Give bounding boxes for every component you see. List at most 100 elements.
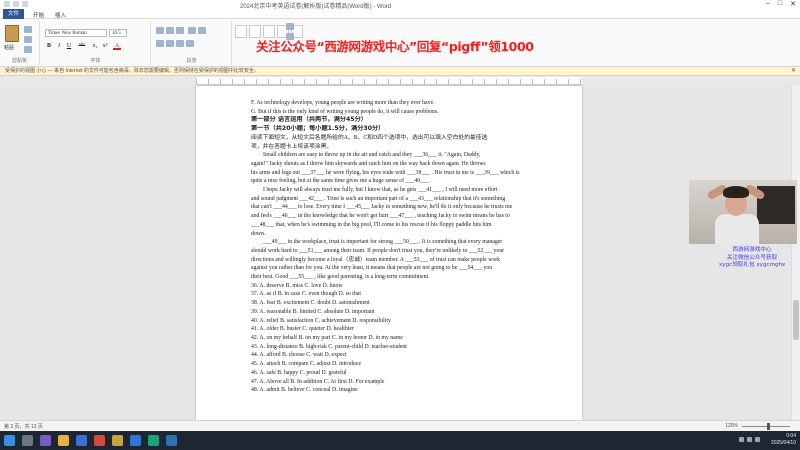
app-icon-red[interactable]	[94, 435, 105, 446]
document-page[interactable]: F. As technology develops, young people …	[196, 86, 582, 420]
maximize-button[interactable]: □	[778, 0, 782, 8]
document-line: again!" Jacky shouts as I throw him skyw…	[251, 160, 486, 167]
clock[interactable]: 0:04 2025/04/10	[771, 433, 796, 447]
copy-icon[interactable]	[24, 36, 32, 43]
promo-banner: 关注公众号“西游网游戏中心”回复“pigff”领1000	[256, 39, 534, 54]
redo-icon[interactable]	[22, 1, 28, 7]
document-line: quite a nice feeling, but at the same ti…	[251, 178, 432, 185]
ruler-ticks	[196, 79, 582, 84]
webcam-overlay	[689, 180, 797, 244]
paragraph-group-label: 段落	[186, 58, 197, 64]
font-group: Times New Roman 10.5 B I U abc x₂ x² A 字…	[41, 21, 151, 65]
zoom-level[interactable]: 120%	[725, 423, 738, 429]
superscript-button[interactable]: x²	[101, 42, 109, 50]
file-explorer-icon[interactable]	[58, 435, 69, 446]
document-line: and feels ___46___ in the knowledge that…	[251, 213, 510, 220]
document-line: 40. A. relief B. satisfaction C. achieve…	[251, 317, 391, 324]
strikethrough-button[interactable]: abc	[75, 42, 89, 50]
clipboard-group-label: 剪贴板	[11, 58, 27, 64]
app-icon-blue[interactable]	[76, 435, 87, 446]
document-line: 44. A. afford B. choose C. wait D. expec…	[251, 352, 347, 359]
close-icon[interactable]: ✕	[791, 67, 796, 76]
document-line: 第一部分 语言运用（共两节，满分45分）	[251, 116, 367, 124]
title-bar: 2024北京中考英语试卷(解析版)试卷精品(Word版) - Word – □ …	[0, 0, 800, 10]
document-line: 38. A. fear B. excitement C. doubt D. as…	[251, 300, 370, 307]
document-line: 43. A. long-distance B. high-risk C. par…	[251, 343, 407, 350]
network-icon[interactable]	[739, 437, 744, 442]
document-line: 47. A. Above all B. In addition C. At fi…	[251, 378, 385, 385]
app-icon-teal[interactable]	[166, 435, 177, 446]
paste-icon[interactable]	[5, 25, 19, 42]
find-icon[interactable]	[286, 23, 294, 30]
task-view-icon[interactable]	[40, 435, 51, 446]
clock-time: 0:04	[786, 433, 796, 439]
tab-file[interactable]: 文件	[3, 9, 25, 19]
zoom-slider[interactable]	[742, 426, 790, 427]
window-controls: – □ ✕	[766, 0, 796, 8]
document-line: ___49___ in the workplace, trust is impo…	[263, 239, 503, 246]
edge-icon[interactable]	[148, 435, 159, 446]
scrollbar-thumb[interactable]	[793, 300, 799, 340]
word-window: 2024北京中考英语试卷(解析版)试卷精品(Word版) - Word – □ …	[0, 0, 800, 450]
subscript-button[interactable]: x₂	[91, 42, 99, 50]
protected-view-text: 受保护的视图 小心 — 来自 Internet 的文件可能包含病毒。除非您需要编…	[5, 68, 259, 74]
document-line: should work hard to ___51___ among their…	[251, 247, 505, 254]
align-right-icon[interactable]	[176, 40, 184, 47]
document-line: 37. A. as if B. in case C. even though D…	[251, 291, 361, 298]
style-normal-tile[interactable]	[235, 25, 247, 38]
volume-icon[interactable]	[747, 437, 752, 442]
tab-home[interactable]: 开始	[30, 11, 47, 19]
align-left-icon[interactable]	[156, 40, 164, 47]
document-line: directions and willingly become a loyal（…	[251, 256, 501, 263]
clipboard-group: 粘贴 剪贴板	[0, 21, 40, 65]
align-center-icon[interactable]	[166, 40, 174, 47]
justify-icon[interactable]	[186, 40, 194, 47]
battery-icon[interactable]	[755, 437, 760, 442]
font-name-select[interactable]: Times New Roman	[45, 29, 107, 37]
save-icon[interactable]	[4, 1, 10, 7]
document-line: F. As technology develops, young people …	[251, 100, 435, 106]
document-line: 36. A. deserve B. miss C. love D. know	[251, 282, 343, 289]
font-color-button[interactable]: A	[113, 42, 121, 50]
windows-start-icon[interactable]	[4, 435, 15, 446]
quick-access-toolbar	[4, 1, 28, 7]
document-line: 第一节（共20小题；每小题1.5分，满分30分）	[251, 125, 385, 133]
system-tray-icons	[739, 437, 760, 442]
document-line: and sound judgment ___42___ . Trust is s…	[251, 195, 506, 202]
search-icon[interactable]	[22, 435, 33, 446]
document-line: 46. A. safe B. happy C. proud D. gratefu…	[251, 369, 347, 376]
status-bar: 第 3 页，共 12 页 120%	[0, 420, 800, 431]
underline-button[interactable]: U	[65, 42, 73, 50]
taskbar: 0:04 2025/04/10	[0, 431, 800, 450]
document-line: 阅读下面短文，从短文后各题所给的A、B、C和D四个选项中，选出可以填入空白处的最…	[251, 134, 488, 141]
multilevel-list-icon[interactable]	[176, 27, 184, 34]
document-line: I hope Jacky will always trust me fully,…	[263, 187, 498, 194]
font-group-label: 字体	[90, 58, 101, 64]
numbering-icon[interactable]	[166, 27, 174, 34]
cut-icon[interactable]	[24, 26, 32, 33]
cam-person-hair	[723, 186, 749, 198]
close-button[interactable]: ✕	[790, 0, 796, 8]
document-line: 项，并在答题卡上将该项涂黑。	[251, 143, 333, 150]
paste-label: 粘贴	[4, 45, 15, 51]
font-size-select[interactable]: 10.5	[109, 29, 127, 37]
decrease-indent-icon[interactable]	[188, 27, 196, 34]
italic-button[interactable]: I	[55, 42, 63, 50]
bullets-icon[interactable]	[156, 27, 164, 34]
increase-indent-icon[interactable]	[198, 27, 206, 34]
document-line: his arms and legs out ___37___ he were f…	[251, 169, 520, 176]
undo-icon[interactable]	[13, 1, 19, 7]
document-line: 42. A. on my behalf B. on my part C. in …	[251, 334, 403, 341]
clock-date: 2025/04/10	[770, 440, 796, 446]
document-line: ___48___ that, when he's swimming in the…	[251, 221, 492, 228]
bold-button[interactable]: B	[45, 42, 53, 50]
document-line: G. But if this is the only kind of writi…	[251, 108, 439, 115]
document-line: their best. Good ___55___ , like good pa…	[251, 274, 430, 281]
word-taskbar-icon[interactable]	[130, 435, 141, 446]
app-icon-gold[interactable]	[112, 435, 123, 446]
tab-insert[interactable]: 插入	[52, 11, 69, 19]
format-painter-icon[interactable]	[24, 46, 32, 53]
zoom-slider-knob[interactable]	[767, 423, 770, 430]
minimize-button[interactable]: –	[766, 0, 770, 8]
document-line: 39. A. reasonable B. limited C. absolute…	[251, 308, 375, 315]
